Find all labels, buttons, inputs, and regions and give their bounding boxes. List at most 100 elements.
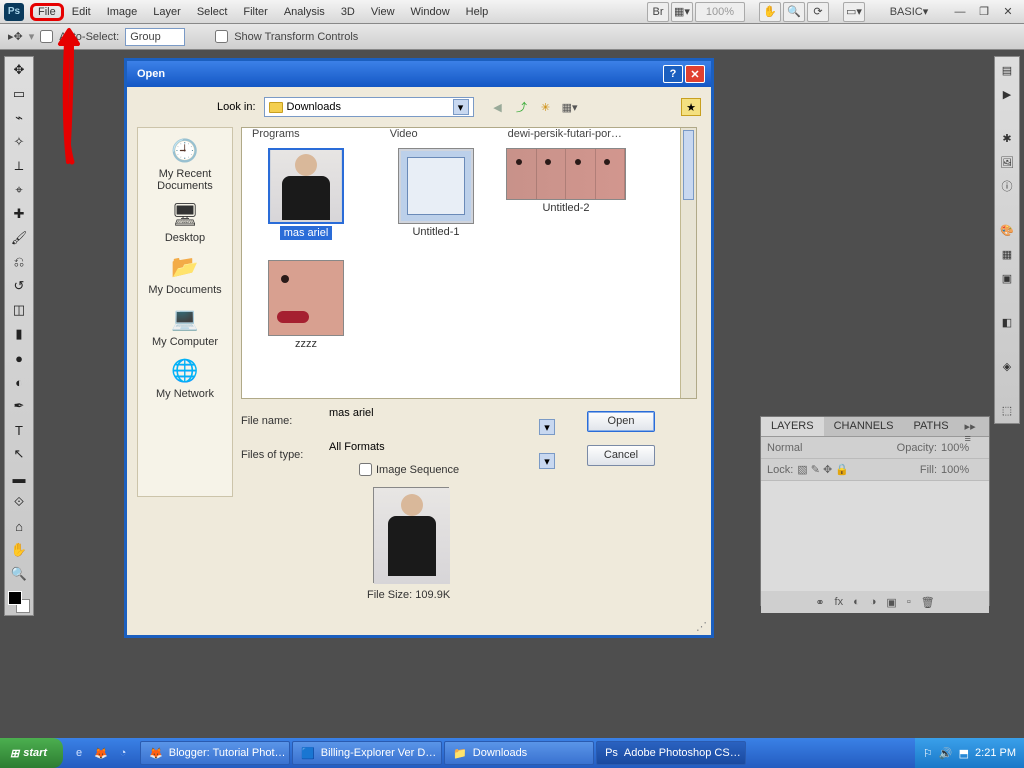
- crop-tool[interactable]: ⟂: [8, 155, 30, 177]
- place-item[interactable]: 🕘My Recent Documents: [138, 136, 232, 192]
- restore-icon[interactable]: ❐: [973, 2, 995, 22]
- zoom-button[interactable]: 🔍: [783, 2, 805, 22]
- system-tray[interactable]: ⚐ 🔊 ⬒ 2:21 PM: [915, 738, 1024, 768]
- heal-tool[interactable]: ✚: [8, 203, 30, 225]
- link-icon[interactable]: ⚭: [815, 596, 824, 609]
- media-icon[interactable]: ◔: [113, 742, 133, 764]
- panel-icon[interactable]: ⓘ: [998, 177, 1016, 195]
- new-icon[interactable]: ▫: [907, 596, 911, 608]
- zoom-level[interactable]: 100%: [695, 2, 745, 22]
- newfolder-icon[interactable]: ✳: [536, 98, 556, 116]
- image-sequence-checkbox[interactable]: [359, 463, 372, 476]
- close-icon[interactable]: ✕: [685, 65, 705, 83]
- file-item[interactable]: zzzz: [256, 260, 356, 350]
- bridge-button[interactable]: Br: [647, 2, 669, 22]
- scrollbar[interactable]: [680, 128, 696, 398]
- lookin-combo[interactable]: Downloads ▾: [264, 97, 474, 117]
- hand-button[interactable]: ✋: [759, 2, 781, 22]
- up-icon[interactable]: ⤴: [512, 98, 532, 116]
- dialog-titlebar[interactable]: Open ? ✕: [127, 61, 711, 87]
- rotate-button[interactable]: ⟳: [807, 2, 829, 22]
- help-icon[interactable]: ?: [663, 65, 683, 83]
- taskbar-task[interactable]: PsAdobe Photoshop CS…: [596, 741, 746, 765]
- type-tool[interactable]: T: [8, 419, 30, 441]
- menu-filter[interactable]: Filter: [235, 3, 275, 21]
- file-item[interactable]: Untitled-2: [516, 148, 616, 240]
- place-item[interactable]: 💻My Computer: [152, 304, 218, 348]
- dodge-tool[interactable]: ◐: [8, 371, 30, 393]
- blend-mode-combo[interactable]: Normal: [767, 442, 857, 454]
- pen-tool[interactable]: ✒: [8, 395, 30, 417]
- fx-icon[interactable]: fx: [835, 596, 844, 608]
- adjust-icon[interactable]: ◑: [870, 596, 877, 608]
- menu-view[interactable]: View: [363, 3, 403, 21]
- arrange-button[interactable]: ▦▾: [671, 2, 693, 22]
- place-item[interactable]: 🖥Desktop: [165, 200, 205, 244]
- min-icon[interactable]: —: [949, 2, 971, 22]
- panel-icon[interactable]: ▣: [998, 269, 1016, 287]
- menu-analysis[interactable]: Analysis: [276, 3, 333, 21]
- lock-icons[interactable]: ▧ ✎ ✥ 🔒: [797, 463, 849, 476]
- file-item[interactable]: Untitled-1: [386, 148, 486, 240]
- 3dcam-tool[interactable]: ⌂: [8, 515, 30, 537]
- auto-select-combo[interactable]: Group: [125, 28, 185, 46]
- blur-tool[interactable]: ●: [8, 347, 30, 369]
- panel-menu-icon[interactable]: ▸▸ ≡: [959, 417, 989, 436]
- tab-layers[interactable]: LAYERS: [761, 417, 824, 436]
- place-item[interactable]: 📂My Documents: [148, 252, 221, 296]
- panel-icon[interactable]: 🖼: [998, 153, 1016, 171]
- opacity-field[interactable]: 100%: [941, 442, 983, 454]
- tray-icon[interactable]: ⚐: [923, 747, 933, 760]
- hand-tool[interactable]: ✋: [8, 539, 30, 561]
- tray-icon[interactable]: 🔊: [939, 747, 953, 760]
- history-tool[interactable]: ↺: [8, 275, 30, 297]
- menu-file[interactable]: File: [30, 3, 64, 21]
- mask-icon[interactable]: ◐: [853, 596, 860, 608]
- move-tool[interactable]: ✥: [8, 59, 30, 81]
- filename-combo[interactable]: mas ariel▾: [329, 407, 555, 435]
- stamp-tool[interactable]: ⎌: [8, 251, 30, 273]
- shape-tool[interactable]: ▬: [8, 467, 30, 489]
- ie-icon[interactable]: e: [69, 742, 89, 764]
- views-icon[interactable]: ▦▾: [560, 98, 580, 116]
- auto-select-checkbox[interactable]: [40, 30, 53, 43]
- taskbar-task[interactable]: 📁Downloads: [444, 741, 594, 765]
- firefox-icon[interactable]: 🦊: [91, 742, 111, 764]
- back-icon[interactable]: ◀: [488, 98, 508, 116]
- menu-edit[interactable]: Edit: [64, 3, 99, 21]
- wand-tool[interactable]: ✧: [8, 131, 30, 153]
- zoom-tool[interactable]: 🔍: [8, 563, 30, 585]
- trash-icon[interactable]: 🗑: [921, 596, 935, 609]
- tab-paths[interactable]: PATHS: [904, 417, 959, 436]
- panel-icon[interactable]: ▦: [998, 245, 1016, 263]
- open-button[interactable]: Open: [587, 411, 655, 432]
- favorites-icon[interactable]: ★: [681, 98, 701, 116]
- panel-icon[interactable]: 🎨: [998, 221, 1016, 239]
- eyedropper-tool[interactable]: ⌖: [8, 179, 30, 201]
- panel-icon[interactable]: ⬚: [998, 401, 1016, 419]
- panel-icon[interactable]: ▤: [998, 61, 1016, 79]
- cancel-button[interactable]: Cancel: [587, 445, 655, 466]
- file-browser[interactable]: ProgramsVideodewi-persik-futari-por… mas…: [241, 127, 697, 399]
- menu-layer[interactable]: Layer: [145, 3, 189, 21]
- marquee-tool[interactable]: ▭: [8, 83, 30, 105]
- file-item[interactable]: mas ariel: [256, 148, 356, 240]
- fill-field[interactable]: 100%: [941, 464, 983, 476]
- menu-3d[interactable]: 3D: [333, 3, 363, 21]
- close-app-icon[interactable]: ✕: [997, 2, 1019, 22]
- folder-icon[interactable]: ▣: [886, 596, 896, 609]
- menu-image[interactable]: Image: [99, 3, 146, 21]
- tab-channels[interactable]: CHANNELS: [824, 417, 904, 436]
- panel-icon[interactable]: ◧: [998, 313, 1016, 331]
- taskbar-task[interactable]: 🦊Blogger: Tutorial Phot…: [140, 741, 290, 765]
- place-item[interactable]: 🌐My Network: [156, 356, 214, 400]
- transform-checkbox[interactable]: [215, 30, 228, 43]
- workspace-switcher[interactable]: BASIC ▾: [879, 2, 939, 22]
- path-tool[interactable]: ↖: [8, 443, 30, 465]
- panel-icon[interactable]: ▶: [998, 85, 1016, 103]
- start-button[interactable]: ⊞ start: [0, 738, 63, 768]
- chevron-down-icon[interactable]: ▾: [453, 99, 469, 115]
- eraser-tool[interactable]: ◫: [8, 299, 30, 321]
- panel-icon[interactable]: ✱: [998, 129, 1016, 147]
- menu-select[interactable]: Select: [189, 3, 236, 21]
